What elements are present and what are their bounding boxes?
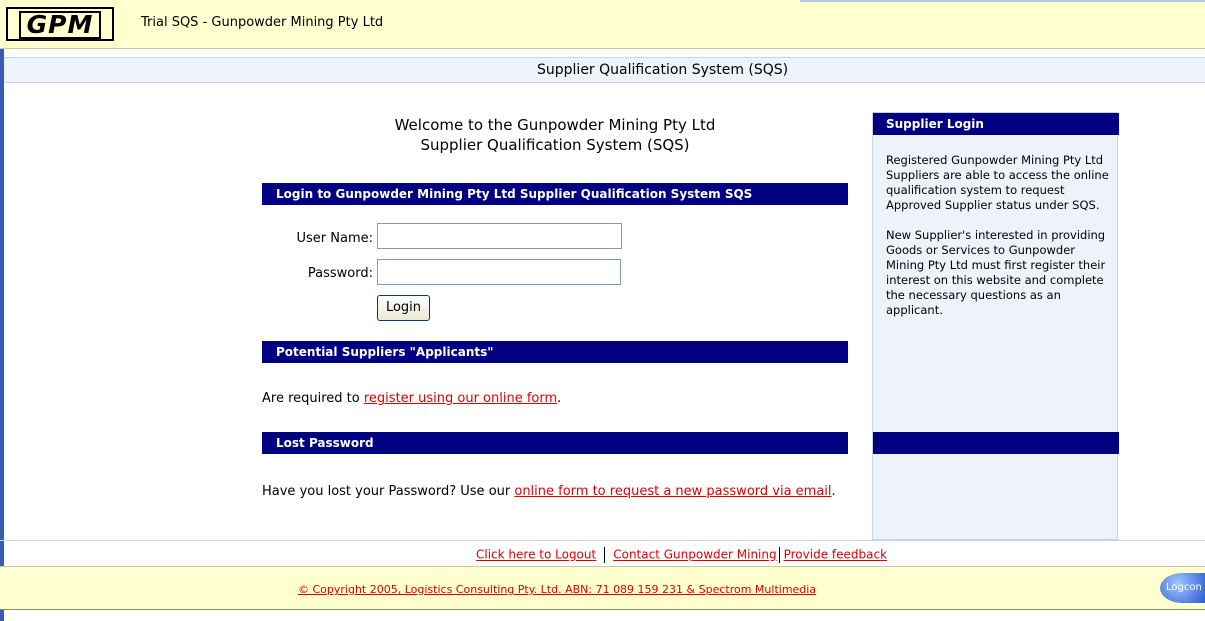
supplier-login-panel: Supplier Login Registered Gunpowder Mini… (872, 112, 1119, 540)
logo-text: GPM (18, 11, 102, 39)
password-label: Password: (307, 266, 373, 281)
applicants-text: Are required to register using our onlin… (262, 390, 852, 407)
system-title-bar: Supplier Qualification System (SQS) (4, 57, 1205, 83)
gpm-logo: GPM (6, 7, 114, 41)
username-label: User Name: (296, 231, 374, 246)
welcome-line-1: Welcome to the Gunpowder Mining Pty Ltd (394, 116, 716, 134)
password-input[interactable] (377, 259, 621, 285)
supplier-login-text: Registered Gunpowder Mining Pty Ltd Supp… (886, 153, 1111, 318)
request-password-link[interactable]: online form to request a new password vi… (514, 484, 831, 499)
username-input[interactable] (377, 223, 622, 249)
logcon-badge[interactable]: Logcon (1160, 573, 1205, 603)
contact-link[interactable]: Contact Gunpowder Mining (613, 548, 776, 562)
page-header: GPM Trial SQS - Gunpowder Mining Pty Ltd (0, 0, 1205, 49)
welcome-line-2: Supplier Qualification System (SQS) (420, 136, 690, 154)
login-section-heading: Login to Gunpowder Mining Pty Ltd Suppli… (262, 183, 848, 205)
footer-links: Click here to Logout Contact Gunpowder Mi… (476, 547, 887, 563)
system-title: Supplier Qualification System (SQS) (537, 62, 789, 78)
supplier-login-para-1: Registered Gunpowder Mining Pty Ltd Supp… (886, 153, 1109, 212)
feedback-link[interactable]: Provide feedback (784, 548, 887, 562)
supplier-login-para-2: New Supplier's interested in providing G… (886, 228, 1106, 317)
supplier-login-heading: Supplier Login (873, 113, 1119, 135)
copyright-bar: © Copyright 2005, Logistics Consulting P… (0, 566, 1205, 610)
register-link[interactable]: register using our online form (364, 391, 557, 406)
header-accent-line (800, 0, 1205, 2)
applicants-text-after: . (557, 391, 562, 406)
lost-password-heading: Lost Password (262, 432, 848, 454)
footer-separator (778, 547, 780, 563)
lost-password-text-before: Have you lost your Password? Use our (262, 484, 515, 499)
login-button[interactable]: Login (377, 295, 430, 321)
logout-link[interactable]: Click here to Logout (476, 548, 596, 562)
copyright-link[interactable]: © Copyright 2005, Logistics Consulting P… (298, 583, 816, 596)
applicants-section-heading: Potential Suppliers "Applicants" (262, 341, 848, 363)
welcome-heading: Welcome to the Gunpowder Mining Pty Ltd … (262, 115, 848, 155)
footer-separator (604, 547, 606, 563)
applicants-text-before: Are required to (262, 391, 364, 406)
side-panel-divider-bar (873, 432, 1119, 454)
site-title: Trial SQS - Gunpowder Mining Pty Ltd (141, 15, 384, 30)
window-left-edge (0, 0, 4, 621)
footer-divider (0, 540, 1205, 541)
lost-password-text-after: . (831, 484, 836, 499)
lost-password-text: Have you lost your Password? Use our onl… (262, 483, 862, 500)
